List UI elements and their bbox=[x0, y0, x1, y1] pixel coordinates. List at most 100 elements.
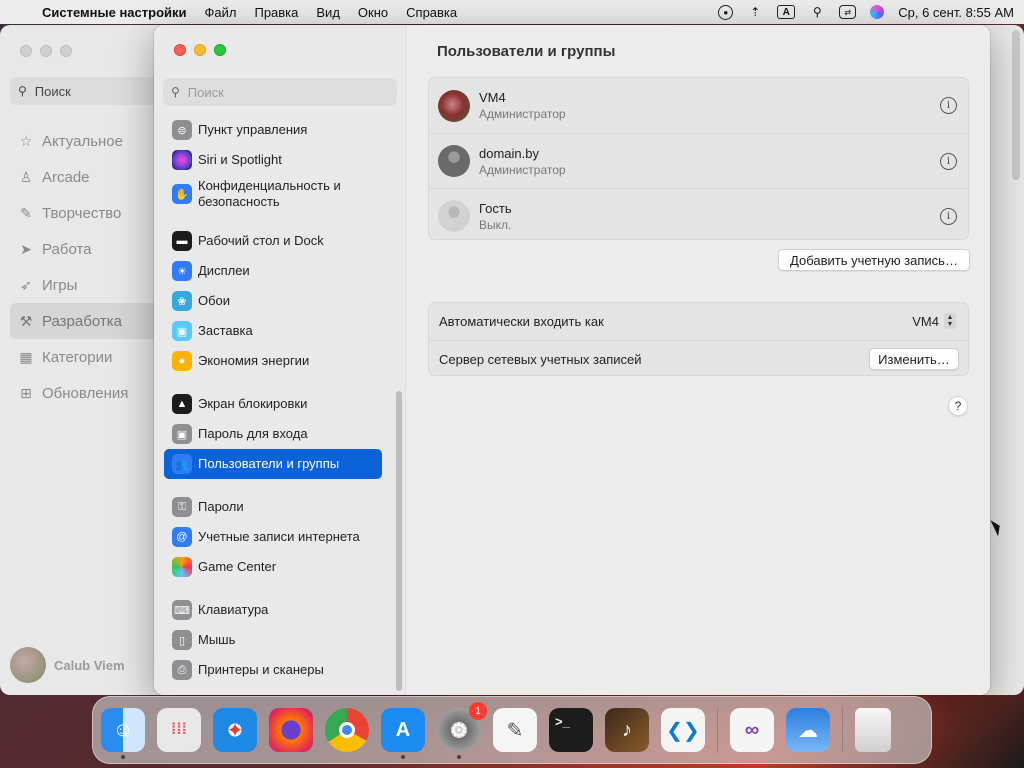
sidebar-search[interactable]: ⚲ bbox=[163, 78, 397, 106]
terminal-icon[interactable]: >_ bbox=[549, 708, 593, 752]
sidebar-item-mouse[interactable]: ▯ Мышь bbox=[164, 625, 382, 655]
game-center-icon bbox=[172, 557, 192, 577]
vscode-icon[interactable]: ❮❯ bbox=[661, 708, 705, 752]
info-icon[interactable]: i bbox=[940, 153, 957, 170]
sidebar-item-label: Siri и Spotlight bbox=[198, 152, 282, 167]
chrome-icon[interactable] bbox=[325, 708, 369, 752]
control-center-icon[interactable]: ⇄ bbox=[839, 5, 857, 19]
sidebar-item-users-groups[interactable]: 👥 Пользователи и группы bbox=[164, 449, 382, 479]
sidebar-item-label: Пароли bbox=[198, 499, 244, 514]
help-button[interactable]: ? bbox=[948, 396, 968, 416]
bg-nav-item-arcade[interactable]: ♙ Arcade bbox=[10, 159, 160, 195]
user-account-icon[interactable]: ● bbox=[718, 4, 734, 20]
zoom-button[interactable] bbox=[214, 44, 226, 56]
bg-minimize-button[interactable] bbox=[40, 45, 52, 57]
finder-icon[interactable]: ☺ bbox=[101, 708, 145, 759]
safari-icon[interactable]: ✦ bbox=[213, 708, 257, 752]
login-settings: Автоматически входить как VM4 ▲ ▼ Сервер … bbox=[428, 302, 969, 376]
input-source-icon[interactable]: A bbox=[777, 5, 796, 19]
bg-nav-item-create[interactable]: ✎ Творчество bbox=[10, 195, 160, 231]
sidebar-scrollbar[interactable] bbox=[396, 391, 402, 691]
bg-nav-item-work[interactable]: ➤ Работа bbox=[10, 231, 160, 267]
search-input[interactable] bbox=[187, 84, 378, 100]
close-button[interactable] bbox=[174, 44, 186, 56]
menubar-clock[interactable]: Ср, 6 сент. 8:55 AM bbox=[898, 5, 1014, 20]
menu-help[interactable]: Справка bbox=[406, 5, 457, 20]
bg-nav-label: Категории bbox=[42, 348, 113, 366]
trash-icon[interactable] bbox=[855, 708, 891, 752]
bg-close-button[interactable] bbox=[20, 45, 32, 57]
textedit-icon[interactable]: ✎ bbox=[493, 708, 537, 752]
sidebar-item-privacy[interactable]: ✋ Конфиденциальность и безопасность bbox=[164, 175, 382, 213]
system-settings-window: ⚲ ⊜ Пункт управления Siri и Spotlight ✋ Ко… bbox=[154, 25, 990, 695]
screensaver-icon: ▣ bbox=[172, 321, 192, 341]
sidebar-item-siri[interactable]: Siri и Spotlight bbox=[164, 145, 382, 175]
info-icon[interactable]: i bbox=[940, 97, 957, 114]
sidebar-item-label: Экономия энергии bbox=[198, 353, 310, 368]
change-button[interactable]: Изменить… bbox=[869, 348, 959, 370]
running-indicator bbox=[457, 755, 461, 759]
bg-user-account[interactable]: Calub Viem bbox=[10, 647, 125, 683]
bg-scrollbar[interactable] bbox=[1012, 30, 1020, 180]
info-icon[interactable]: i bbox=[940, 208, 957, 225]
sidebar-item-game-center[interactable]: Game Center bbox=[164, 552, 382, 582]
bg-nav-item-categories[interactable]: ▦ Категории bbox=[10, 339, 160, 375]
bg-zoom-button[interactable] bbox=[60, 45, 72, 57]
minimize-button[interactable] bbox=[194, 44, 206, 56]
bg-nav-item-develop[interactable]: ⚒ Разработка bbox=[10, 303, 160, 339]
list-item[interactable]: Гость Выкл. i bbox=[429, 188, 968, 243]
sidebar-item-internet-accounts[interactable]: @ Учетные записи интернета bbox=[164, 522, 382, 552]
menu-window[interactable]: Окно bbox=[358, 5, 388, 20]
sidebar-item-screensaver[interactable]: ▣ Заставка bbox=[164, 316, 382, 346]
sidebar-item-lock-screen[interactable]: ▲ Экран блокировки bbox=[164, 389, 382, 419]
menu-edit[interactable]: Правка bbox=[254, 5, 298, 20]
sidebar-item-label: Пункт управления bbox=[198, 122, 308, 137]
user-name: VM4 bbox=[479, 90, 506, 105]
firefox-icon[interactable] bbox=[269, 708, 313, 752]
search-icon[interactable]: ⚲ bbox=[809, 5, 825, 19]
list-item[interactable]: VM4 Администратор i bbox=[429, 78, 968, 133]
rocket-icon: ➶ bbox=[20, 276, 32, 293]
launchpad-icon[interactable]: ⁞⁞⁞ bbox=[157, 708, 201, 752]
visual-studio-icon[interactable]: ∞ bbox=[730, 708, 774, 752]
chevron-up-down-icon: ▲ ▼ bbox=[944, 313, 956, 329]
joystick-icon: ♙ bbox=[19, 168, 33, 185]
sidebar-item-label: Пользователи и группы bbox=[198, 456, 340, 471]
system-settings-icon[interactable]: ⚙ 1 bbox=[437, 702, 487, 759]
sidebar-item-login-password[interactable]: ▣ Пароль для входа bbox=[164, 419, 382, 449]
brightness-icon: ☀ bbox=[172, 261, 192, 281]
menu-app-name[interactable]: Системные настройки bbox=[42, 5, 187, 20]
sidebar-item-passwords[interactable]: ⚿ Пароли bbox=[164, 492, 382, 522]
sidebar-item-energy[interactable]: ● Экономия энергии bbox=[164, 346, 382, 376]
bg-nav-label: Игры bbox=[42, 276, 78, 294]
sidebar-item-displays[interactable]: ☀ Дисплеи bbox=[164, 256, 382, 286]
bg-nav-item-featured[interactable]: ☆ Актуальное bbox=[10, 123, 160, 159]
add-account-button[interactable]: Добавить учетную запись… bbox=[778, 249, 970, 271]
sidebar-item-desktop-dock[interactable]: ▬ Рабочий стол и Dock bbox=[164, 226, 382, 256]
siri-icon[interactable] bbox=[870, 5, 885, 19]
app-store-icon[interactable]: A bbox=[381, 708, 425, 759]
sidebar-item-keyboard[interactable]: ⌨ Клавиатура bbox=[164, 595, 382, 625]
keyboard-icon: ⌨ bbox=[172, 600, 192, 620]
bg-search-field[interactable]: ⚲ Поиск bbox=[10, 77, 160, 105]
airdrop-icon[interactable]: ⇡ bbox=[747, 5, 763, 19]
sidebar-item-label: Конфиденциальность и безопасность bbox=[198, 178, 341, 209]
sidebar-item-label: Принтеры и сканеры bbox=[198, 662, 324, 677]
sidebar-item-control-center[interactable]: ⊜ Пункт управления bbox=[164, 115, 382, 145]
auto-login-popup[interactable]: VM4 ▲ ▼ bbox=[912, 313, 956, 329]
menu-file[interactable]: Файл bbox=[205, 5, 237, 20]
bg-nav-item-games[interactable]: ➶ Игры bbox=[10, 267, 160, 303]
avatar bbox=[10, 647, 46, 683]
menu-view[interactable]: Вид bbox=[316, 5, 340, 20]
list-item[interactable]: domain.by Администратор i bbox=[429, 133, 968, 188]
sidebar-item-label: Мышь bbox=[198, 632, 236, 647]
sidebar-item-printers[interactable]: ⎙ Принтеры и сканеры bbox=[164, 655, 382, 685]
padlock-icon: ▣ bbox=[172, 424, 192, 444]
mouse-icon: ▯ bbox=[172, 630, 192, 650]
weather-icon[interactable]: ☁ bbox=[786, 708, 830, 752]
sidebar-item-wallpaper[interactable]: ❀ Обои bbox=[164, 286, 382, 316]
paper-plane-icon: ➤ bbox=[20, 240, 32, 257]
bg-traffic-lights bbox=[20, 45, 72, 57]
bg-nav-item-updates[interactable]: ⊞ Обновления bbox=[10, 375, 160, 411]
garageband-icon[interactable]: ♪ bbox=[605, 708, 649, 752]
